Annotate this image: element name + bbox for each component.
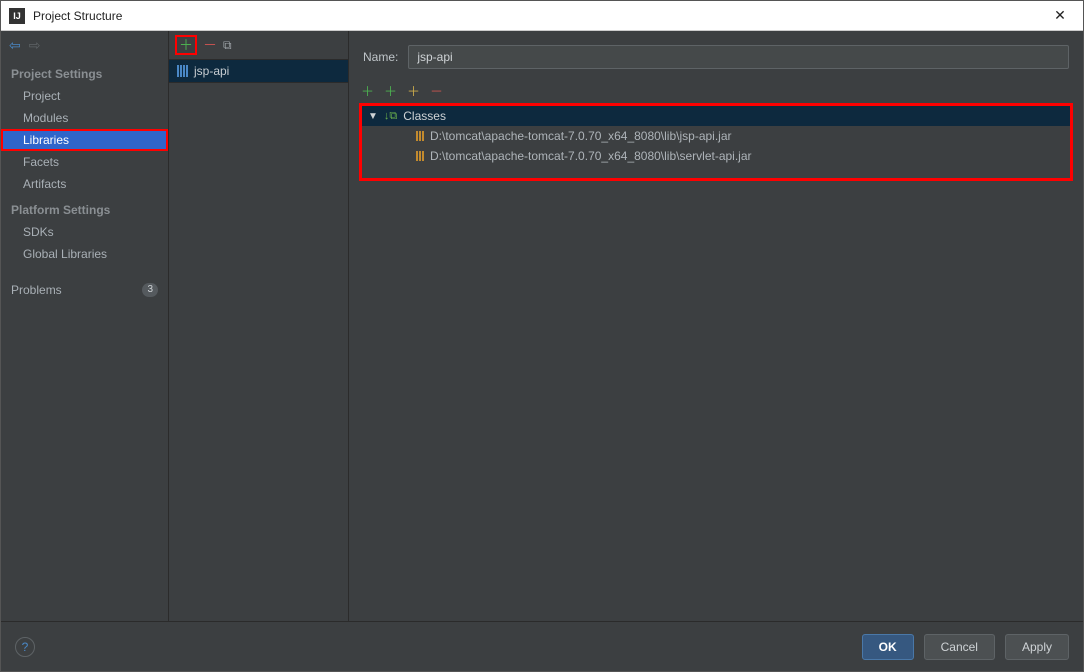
- apply-button[interactable]: Apply: [1005, 634, 1069, 660]
- nav-project[interactable]: Project: [1, 85, 168, 107]
- remove-root-icon[interactable]: －: [430, 81, 443, 100]
- nav-artifacts[interactable]: Artifacts: [1, 173, 168, 195]
- nav-modules[interactable]: Modules: [1, 107, 168, 129]
- library-item-jsp-api[interactable]: jsp-api: [169, 59, 348, 83]
- tree-item-path: D:\tomcat\apache-tomcat-7.0.70_x64_8080\…: [430, 129, 732, 143]
- library-name-input[interactable]: [408, 45, 1069, 69]
- name-label: Name:: [363, 50, 398, 64]
- remove-library-icon[interactable]: －: [203, 35, 217, 55]
- close-icon[interactable]: ✕: [1045, 7, 1075, 24]
- tree-group-label: Classes: [403, 109, 446, 123]
- tree-group-classes[interactable]: ▼ ↓⧉ Classes: [362, 106, 1070, 126]
- add-root-special-icon[interactable]: ＋: [407, 81, 420, 100]
- cancel-button[interactable]: Cancel: [924, 634, 995, 660]
- problems-badge: 3: [142, 283, 158, 297]
- classes-icon: ↓⧉: [384, 110, 397, 123]
- back-icon[interactable]: ⇦: [9, 37, 21, 54]
- nav-global-libraries[interactable]: Global Libraries: [1, 243, 168, 265]
- dialog-body: ⇦ ⇨ Project Settings Project Modules Lib…: [1, 31, 1083, 621]
- app-icon: IJ: [9, 8, 25, 24]
- section-header-project-settings: Project Settings: [1, 59, 168, 85]
- add-root-variant-icon[interactable]: ＋: [384, 81, 397, 100]
- help-icon[interactable]: ?: [15, 637, 35, 657]
- ok-button[interactable]: OK: [862, 634, 914, 660]
- tree-item-jar[interactable]: D:\tomcat\apache-tomcat-7.0.70_x64_8080\…: [362, 126, 1070, 146]
- name-row: Name:: [349, 31, 1083, 79]
- section-header-platform-settings: Platform Settings: [1, 195, 168, 221]
- nav-problems[interactable]: Problems 3: [1, 279, 168, 301]
- project-structure-window: IJ Project Structure ✕ ⇦ ⇨ Project Setti…: [0, 0, 1084, 672]
- nav-sdks[interactable]: SDKs: [1, 221, 168, 243]
- jar-icon: [416, 131, 424, 141]
- libraries-list-pane: ＋ － ⧉ jsp-api: [169, 31, 349, 621]
- add-root-icon[interactable]: ＋: [361, 81, 374, 100]
- dialog-footer: ? OK Cancel Apply: [1, 621, 1083, 671]
- tree-item-jar[interactable]: D:\tomcat\apache-tomcat-7.0.70_x64_8080\…: [362, 146, 1070, 166]
- libraries-toolbar: ＋ － ⧉: [169, 31, 348, 59]
- chevron-down-icon: ▼: [368, 111, 378, 122]
- library-item-label: jsp-api: [194, 64, 229, 78]
- jar-icon: [416, 151, 424, 161]
- classes-toolbar: ＋ ＋ ＋ －: [349, 79, 1083, 101]
- library-icon: [177, 65, 188, 77]
- classes-tree: ▼ ↓⧉ Classes D:\tomcat\apache-tomcat-7.0…: [359, 103, 1073, 181]
- add-library-icon[interactable]: ＋: [175, 35, 197, 55]
- problems-label: Problems: [11, 283, 62, 297]
- titlebar: IJ Project Structure ✕: [1, 1, 1083, 31]
- library-detail-pane: Name: ＋ ＋ ＋ － ▼ ↓⧉ Classes D:\tomcat\apa…: [349, 31, 1083, 621]
- nav-libraries[interactable]: Libraries: [1, 129, 168, 151]
- copy-library-icon[interactable]: ⧉: [223, 38, 232, 53]
- forward-icon[interactable]: ⇨: [29, 37, 41, 54]
- sidebar: ⇦ ⇨ Project Settings Project Modules Lib…: [1, 31, 169, 621]
- nav-facets[interactable]: Facets: [1, 151, 168, 173]
- tree-item-path: D:\tomcat\apache-tomcat-7.0.70_x64_8080\…: [430, 149, 752, 163]
- sidebar-nav-toolbar: ⇦ ⇨: [1, 31, 168, 59]
- window-title: Project Structure: [33, 9, 1045, 23]
